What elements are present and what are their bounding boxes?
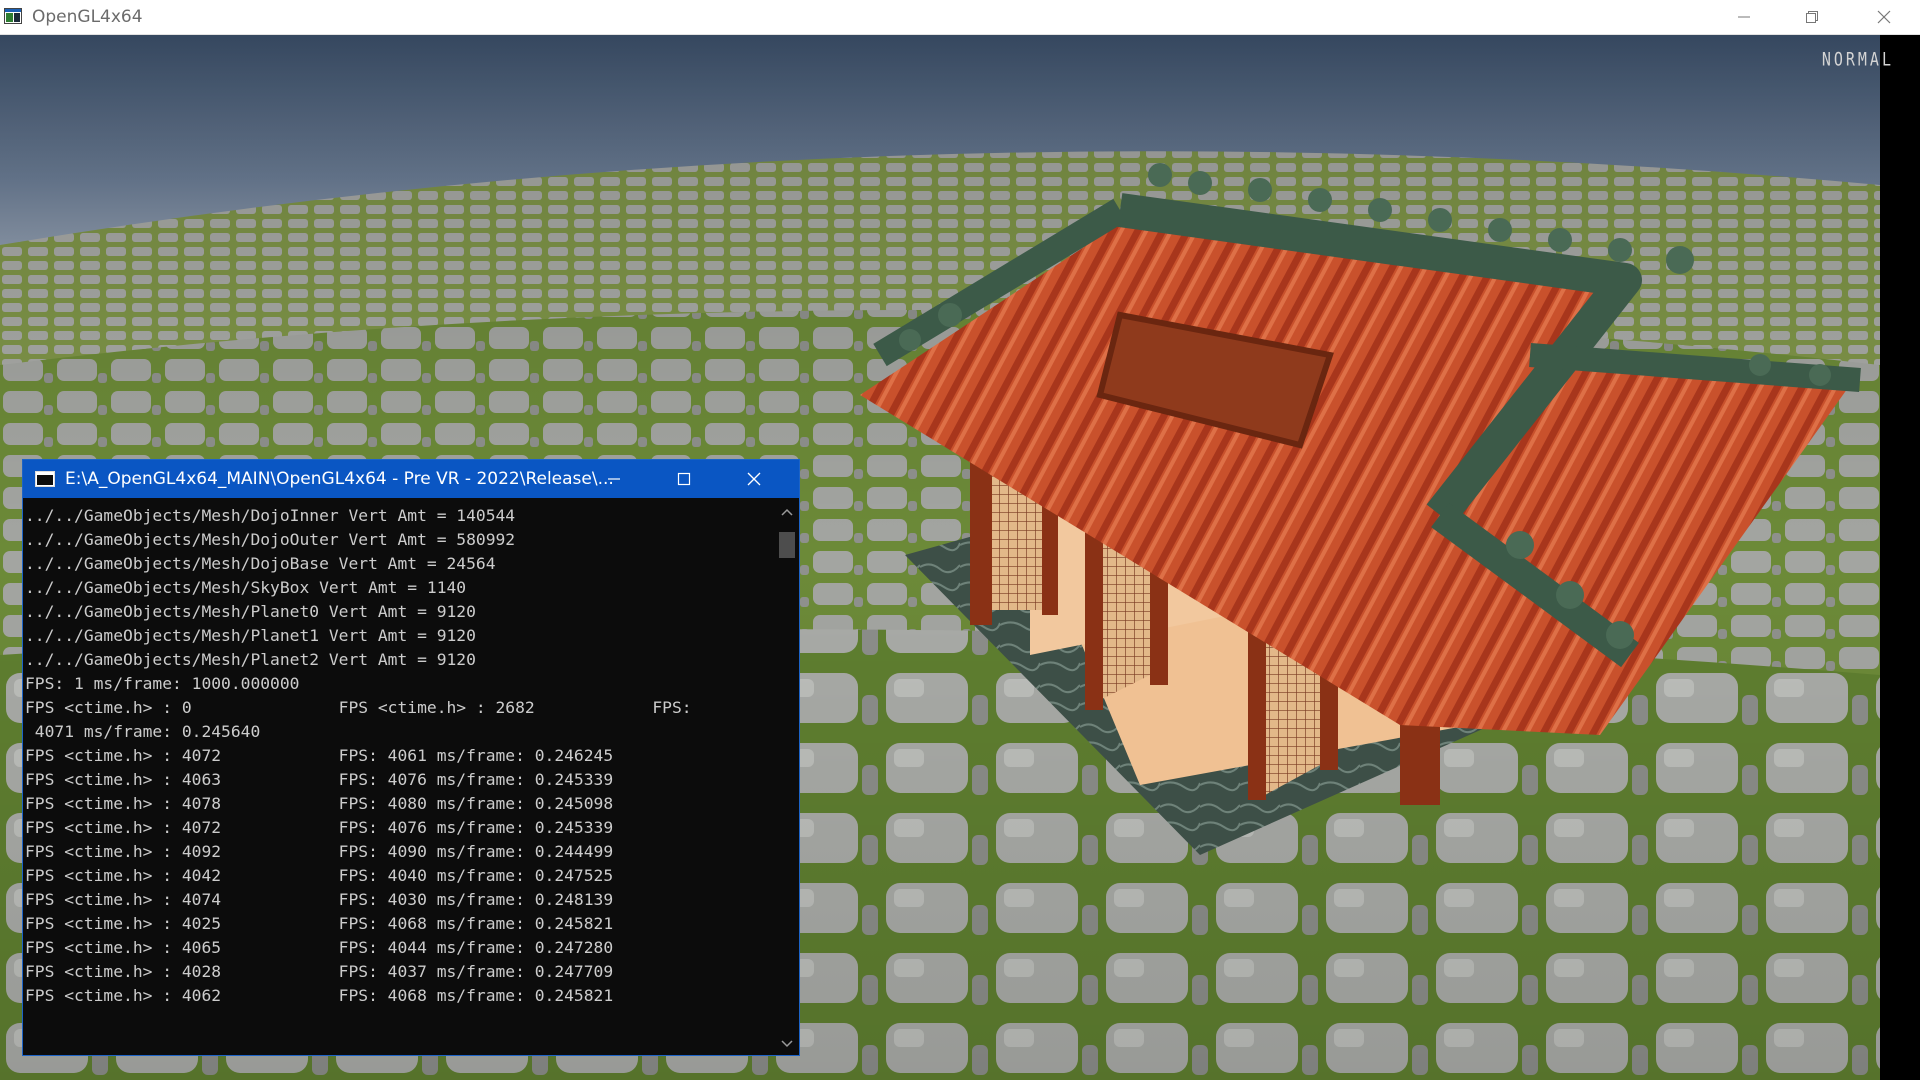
minimize-icon xyxy=(608,478,620,480)
console-line: ../../GameObjects/Mesh/SkyBox Vert Amt =… xyxy=(25,578,467,597)
console-line: FPS <ctime.h> : 0 FPS <ctime.h> : 2682 F… xyxy=(25,698,692,717)
viewport-border xyxy=(1880,35,1920,1080)
console-window-icon xyxy=(35,471,55,487)
scrollbar-thumb[interactable] xyxy=(779,532,795,558)
render-mode-label: NORMAL xyxy=(1821,47,1894,71)
close-button[interactable] xyxy=(1850,0,1918,34)
console-line: ../../GameObjects/Mesh/Planet2 Vert Amt … xyxy=(25,650,476,669)
console-line: FPS <ctime.h> : 4078 FPS: 4080 ms/frame:… xyxy=(25,794,614,813)
console-line: FPS <ctime.h> : 4092 FPS: 4090 ms/frame:… xyxy=(25,842,614,861)
app-titlebar[interactable]: OpenGL4x64 xyxy=(0,0,1920,35)
close-icon xyxy=(1877,10,1891,24)
app-window-icon xyxy=(4,8,22,24)
console-line: FPS <ctime.h> : 4065 FPS: 4044 ms/frame:… xyxy=(25,938,614,957)
console-line: FPS <ctime.h> : 4074 FPS: 4030 ms/frame:… xyxy=(25,890,614,909)
console-scrollbar[interactable] xyxy=(775,498,799,1055)
console-line: FPS <ctime.h> : 4072 FPS: 4061 ms/frame:… xyxy=(25,746,614,765)
console-line: ../../GameObjects/Mesh/Planet0 Vert Amt … xyxy=(25,602,476,621)
scroll-up-arrow-icon[interactable] xyxy=(780,507,794,517)
console-minimize-button[interactable] xyxy=(579,460,649,498)
console-line: FPS <ctime.h> : 4028 FPS: 4037 ms/frame:… xyxy=(25,962,614,981)
console-title: E:\A_OpenGL4x64_MAIN\OpenGL4x64 - Pre VR… xyxy=(65,469,614,489)
console-line: FPS <ctime.h> : 4062 FPS: 4068 ms/frame:… xyxy=(25,986,614,1005)
console-line: 4071 ms/frame: 0.245640 xyxy=(25,722,261,741)
console-line: FPS <ctime.h> : 4072 FPS: 4076 ms/frame:… xyxy=(25,818,614,837)
console-line: ../../GameObjects/Mesh/DojoOuter Vert Am… xyxy=(25,530,516,549)
minimize-button[interactable] xyxy=(1710,0,1778,34)
console-window[interactable]: E:\A_OpenGL4x64_MAIN\OpenGL4x64 - Pre VR… xyxy=(22,459,800,1056)
console-line: ../../GameObjects/Mesh/DojoInner Vert Am… xyxy=(25,506,516,525)
console-maximize-button[interactable] xyxy=(649,460,719,498)
console-line: ../../GameObjects/Mesh/DojoBase Vert Amt… xyxy=(25,554,496,573)
restore-icon xyxy=(1806,11,1818,23)
console-line: ../../GameObjects/Mesh/Planet1 Vert Amt … xyxy=(25,626,476,645)
console-line: FPS <ctime.h> : 4042 FPS: 4040 ms/frame:… xyxy=(25,866,614,885)
minimize-icon xyxy=(1738,16,1750,18)
scroll-down-arrow-icon[interactable] xyxy=(780,1039,794,1049)
maximize-icon xyxy=(677,472,691,486)
console-line: FPS <ctime.h> : 4063 FPS: 4076 ms/frame:… xyxy=(25,770,614,789)
app-title: OpenGL4x64 xyxy=(32,7,143,27)
console-line: FPS <ctime.h> : 4025 FPS: 4068 ms/frame:… xyxy=(25,914,614,933)
console-line: FPS: 1 ms/frame: 1000.000000 xyxy=(25,674,300,693)
console-close-button[interactable] xyxy=(719,460,789,498)
restore-button[interactable] xyxy=(1778,0,1846,34)
console-output[interactable]: ../../GameObjects/Mesh/DojoInner Vert Am… xyxy=(25,504,777,1052)
console-titlebar[interactable]: E:\A_OpenGL4x64_MAIN\OpenGL4x64 - Pre VR… xyxy=(23,460,799,498)
close-icon xyxy=(747,472,761,486)
